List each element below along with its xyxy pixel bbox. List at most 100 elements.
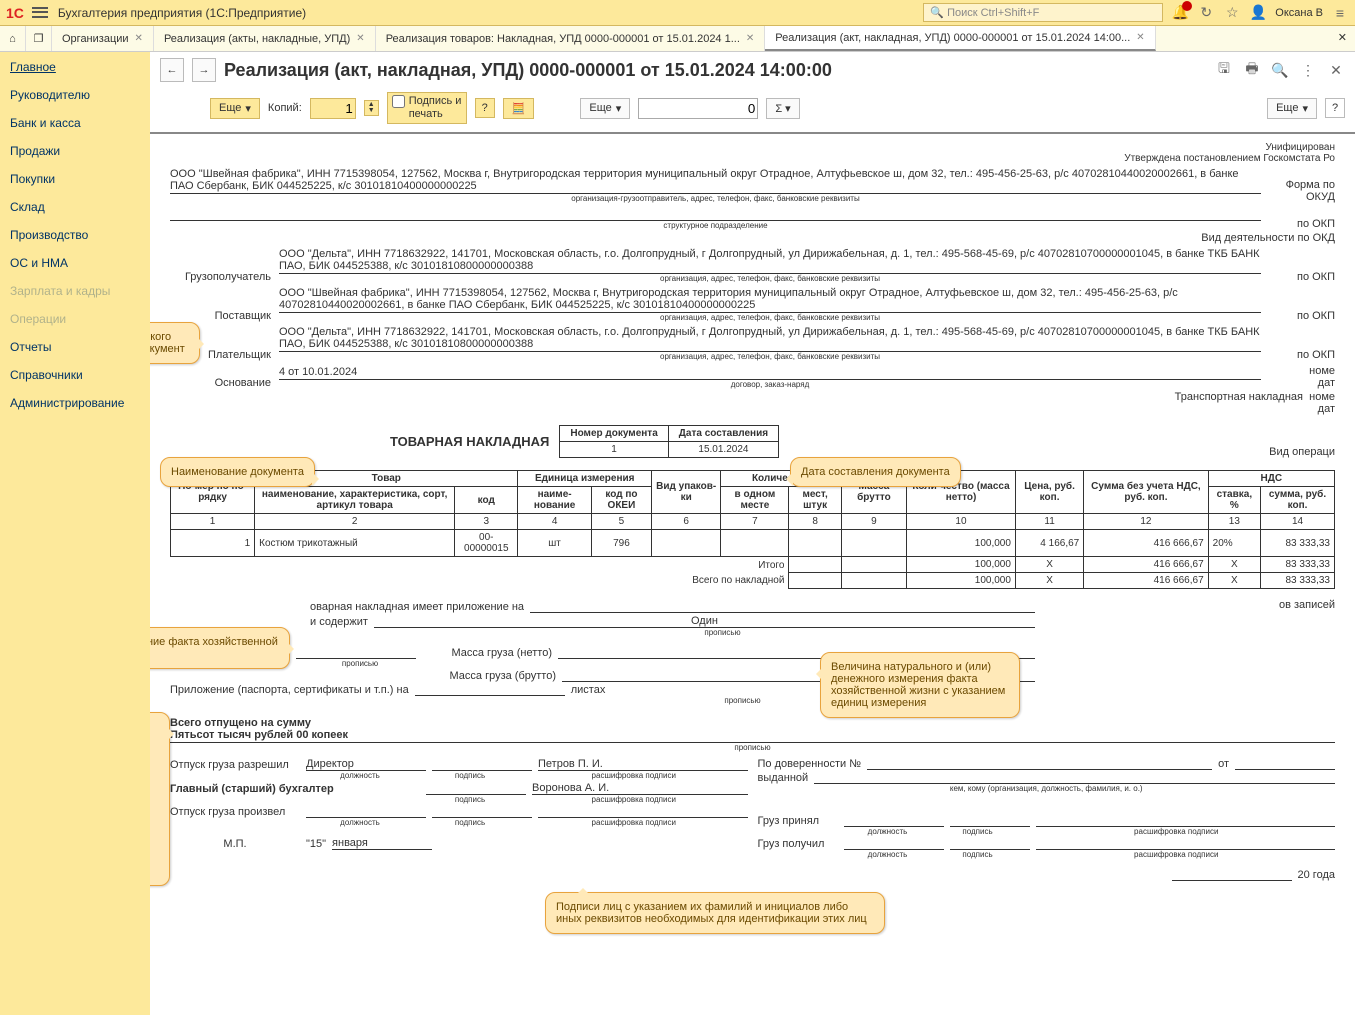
tab-3[interactable]: Реализация (акт, накладная, УПД) 0000-00… [765, 26, 1155, 51]
th: код по ОКЕИ [591, 487, 651, 514]
label: Масса груза (брутто) [426, 670, 556, 682]
colnum: 1 [171, 514, 255, 530]
label: Еще [1276, 102, 1298, 114]
help-button-2[interactable]: ? [1325, 98, 1345, 118]
more-icon[interactable]: ⋮ [1299, 61, 1317, 79]
struct-line [170, 207, 1261, 221]
colnum: 13 [1208, 514, 1260, 530]
label: номе [1271, 365, 1335, 377]
close-icon[interactable]: ✕ [746, 33, 754, 44]
caption: прописью [410, 628, 1035, 637]
close-icon[interactable]: ✕ [356, 33, 364, 44]
menu-icon[interactable] [32, 6, 48, 20]
th: Вид упаков-ки [652, 471, 721, 514]
th: сумма, руб. коп. [1261, 487, 1335, 514]
meta-line: Утверждена постановлением Госкомстата Ро [170, 153, 1335, 164]
caption: прописью [170, 743, 1335, 752]
sigma-button[interactable]: Σ ▾ [766, 98, 799, 119]
colnum: 8 [789, 514, 841, 530]
sidebar-item[interactable]: Администрирование [10, 396, 140, 410]
sign-print-label: Подпись и печать [409, 95, 462, 121]
sidebar-item[interactable]: Продажи [10, 144, 140, 158]
tool-icon[interactable]: 🧮 [503, 98, 535, 119]
close-icon[interactable]: ✕ [1136, 32, 1144, 43]
forward-button[interactable]: → [192, 58, 216, 82]
star-icon[interactable]: ☆ [1223, 4, 1241, 22]
tab-label: Реализация товаров: Накладная, УПД 0000-… [386, 33, 740, 45]
label: Всего по накладной [171, 573, 789, 589]
caption: договор, заказ-наряд [279, 380, 1261, 389]
caption: организация, адрес, телефон, факс, банко… [279, 352, 1261, 361]
spinner[interactable]: ▲▼ [364, 100, 379, 116]
search-input[interactable]: 🔍 Поиск Ctrl+Shift+F [923, 3, 1163, 22]
th: Номер документа [560, 426, 668, 442]
tab-2[interactable]: Реализация товаров: Накладная, УПД 0000-… [376, 26, 766, 51]
close-icon[interactable]: ✕ [135, 33, 143, 44]
windows-icon[interactable]: ❐ [26, 26, 52, 51]
label: Главный (старший) бухгалтер [170, 783, 420, 795]
consignee-line: ООО "Дельта", ИНН 7718632922, 141701, Мо… [279, 248, 1261, 274]
supplier-line: ООО "Швейная фабрика", ИНН 7715398054, 1… [279, 287, 1261, 313]
label: выданной [758, 772, 809, 784]
sidebar-item[interactable]: Зарплата и кадры [10, 284, 140, 298]
cell: 100,000 [907, 557, 1016, 573]
preview-icon[interactable]: 🔍 [1271, 61, 1289, 79]
sidebar-item[interactable]: Покупки [10, 172, 140, 186]
logo-1c-icon: 1C [6, 5, 24, 21]
cell: X [1208, 573, 1260, 589]
home-icon[interactable]: ⌂ [0, 26, 26, 51]
goods-table: Но-мер по по-рядку Товар Единица измерен… [170, 470, 1335, 589]
sidebar-item[interactable]: ОС и НМА [10, 256, 140, 270]
label: по ОКП [1265, 349, 1335, 361]
close-icon[interactable]: ✕ [1330, 26, 1355, 51]
sidebar-item[interactable]: Банк и касса [10, 116, 140, 130]
close-icon[interactable]: ✕ [1327, 61, 1345, 79]
app-title: Бухгалтерия предприятия (1С:Предприятие) [58, 6, 306, 20]
callout: Наименование должностного лица (лиц), со… [150, 712, 170, 886]
sidebar-item[interactable]: Склад [10, 200, 140, 214]
sidebar-item[interactable]: Руководителю [10, 88, 140, 102]
panel-icon[interactable]: ≡ [1331, 4, 1349, 22]
sidebar: Главное Руководителю Банк и касса Продаж… [0, 52, 150, 1015]
colnum: 7 [721, 514, 789, 530]
history-icon[interactable]: ↻ [1197, 4, 1215, 22]
label: Груз принял [758, 815, 838, 827]
save-icon[interactable]: 🖫 [1215, 61, 1233, 79]
print-icon[interactable]: 🖶 [1243, 61, 1261, 79]
copies-input[interactable] [310, 98, 356, 119]
caption: подпись [420, 818, 520, 827]
back-button[interactable]: ← [160, 58, 184, 82]
bell-icon[interactable]: 🔔 [1171, 4, 1189, 22]
user-icon[interactable]: 👤 [1249, 4, 1267, 22]
cell: 416 666,67 [1084, 530, 1208, 557]
caption: расшифровка подписи [520, 795, 748, 804]
sidebar-item[interactable]: Главное [10, 60, 140, 74]
label: от [1218, 758, 1229, 770]
help-button[interactable]: ? [475, 98, 495, 118]
sidebar-item[interactable]: Справочники [10, 368, 140, 382]
callout: Дата составления документа [790, 457, 961, 487]
sidebar-item[interactable]: Отчеты [10, 340, 140, 354]
sidebar-item[interactable]: Производство [10, 228, 140, 242]
colnum: 2 [255, 514, 455, 530]
value: Воронова А. И. [532, 782, 609, 794]
label: дат [170, 403, 1335, 415]
cell: 416 666,67 [1084, 557, 1208, 573]
more-button[interactable]: Еще ▾ [210, 98, 260, 119]
sign-print-checkbox[interactable] [392, 95, 405, 108]
titlebar: 1C Бухгалтерия предприятия (1С:Предприят… [0, 0, 1355, 26]
month: января [332, 837, 368, 849]
more-button-3[interactable]: Еще ▾ [1267, 98, 1317, 119]
caption: должность [300, 818, 420, 827]
totals-vsego: Всего по накладной 100,000 X 416 666,67 … [171, 573, 1335, 589]
tab-0[interactable]: Организации✕ [52, 26, 154, 51]
label: Еще [219, 102, 241, 114]
label: По доверенности № [758, 758, 862, 770]
label: по ОКП [1265, 218, 1335, 230]
sidebar-item[interactable]: Операции [10, 312, 140, 326]
caption: организация-грузоотправитель, адрес, тел… [170, 194, 1261, 203]
cell: 20% [1208, 530, 1260, 557]
number-input[interactable] [638, 98, 758, 119]
tab-1[interactable]: Реализация (акты, накладные, УПД)✕ [154, 26, 376, 51]
more-button-2[interactable]: Еще ▾ [580, 98, 630, 119]
